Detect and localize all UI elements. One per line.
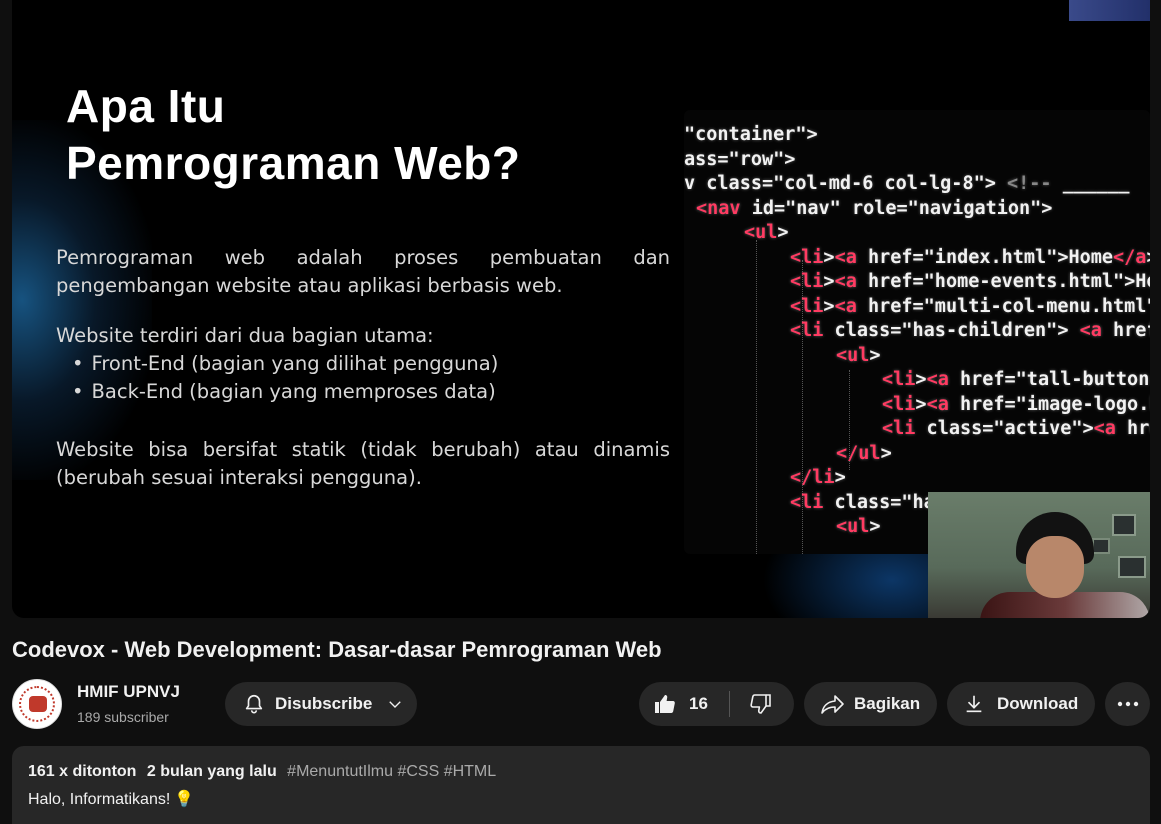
share-label: Bagikan bbox=[854, 694, 921, 713]
presenter-webcam bbox=[928, 492, 1150, 618]
slide-title-line2: Pemrograman Web? bbox=[66, 137, 521, 189]
code-line: <li><a href="image-logo.htm bbox=[882, 393, 1150, 415]
like-count: 16 bbox=[689, 694, 708, 713]
description-box[interactable]: 161 x ditonton 2 bulan yang lalu #Menunt… bbox=[12, 746, 1150, 824]
thumbs-up-icon bbox=[653, 692, 677, 716]
code-line: <li><a href="home-events.html">Hom bbox=[790, 271, 1150, 292]
slide-body: Pemrograman web adalah proses pembuatan … bbox=[56, 244, 670, 514]
download-button[interactable]: Download bbox=[947, 682, 1095, 726]
subscribe-label: Disubscribe bbox=[275, 694, 373, 713]
avatar-logo-mark bbox=[29, 696, 47, 712]
slide-title-line1: Apa Itu bbox=[66, 80, 226, 132]
slide-paragraph: Pemrograman web adalah proses pembuatan … bbox=[56, 246, 670, 297]
more-actions-button[interactable] bbox=[1105, 682, 1150, 726]
subscribe-button[interactable]: Disubscribe bbox=[225, 682, 417, 726]
code-line: ass="row"> bbox=[684, 148, 796, 170]
channel-avatar[interactable] bbox=[12, 679, 62, 729]
subscriber-count: 189 subscriber bbox=[77, 709, 169, 725]
video-player[interactable]: Apa Itu Pemrograman Web? Pemrograman web… bbox=[12, 0, 1150, 618]
code-line: <li><a href="tall-button-he bbox=[882, 369, 1150, 390]
code-line: <ul> bbox=[744, 222, 789, 243]
channel-name[interactable]: HMIF UPNVJ bbox=[77, 682, 180, 702]
description-text: Halo, Informatikans! 💡 bbox=[28, 789, 1134, 809]
chevron-down-icon bbox=[386, 695, 404, 713]
more-horizontal-icon bbox=[1117, 701, 1139, 707]
code-line: v class="col-md-6 col-lg-8"> <!-- ______ bbox=[684, 173, 1130, 194]
upload-date: 2 bulan yang lalu bbox=[146, 763, 277, 780]
code-line: <nav id="nav" role="navigation"> bbox=[696, 197, 1053, 219]
wall-frame bbox=[1118, 556, 1146, 578]
code-line: <li class="active"><a href= bbox=[882, 418, 1150, 439]
slide-bullet-list: Front-End (bagian yang dilihat pengguna)… bbox=[56, 350, 670, 406]
code-line: </li> bbox=[790, 467, 846, 488]
code-screenshot: "container"> ass="row"> v class="col-md-6 … bbox=[684, 110, 1150, 554]
like-button[interactable]: 16 bbox=[639, 682, 729, 726]
dislike-button[interactable] bbox=[730, 682, 792, 726]
view-count: 161 x ditonton bbox=[28, 763, 137, 780]
indent-guide bbox=[756, 240, 757, 554]
presenter-face bbox=[1026, 536, 1084, 598]
description-greeting: Halo, Informatikans! bbox=[28, 791, 171, 808]
share-arrow-icon bbox=[820, 692, 846, 716]
video-title: Codevox - Web Development: Dasar-dasar P… bbox=[12, 637, 662, 662]
like-dislike-group: 16 bbox=[639, 682, 794, 726]
code-line: </ul> bbox=[836, 442, 892, 464]
code-line: <li><a href="multi-col-menu.html"> bbox=[790, 295, 1150, 317]
description-meta: 161 x ditonton 2 bulan yang lalu #Menunt… bbox=[28, 763, 1134, 781]
share-button[interactable]: Bagikan bbox=[804, 682, 937, 726]
bell-icon bbox=[243, 693, 265, 715]
code-line: <li class="has-children"> <a href= bbox=[790, 320, 1150, 341]
download-icon bbox=[963, 693, 985, 715]
slide-bullet: Front-End (bagian yang dilihat pengguna) bbox=[72, 350, 670, 378]
video-overlay-chip bbox=[1069, 0, 1150, 21]
thumbs-down-icon bbox=[749, 692, 773, 716]
code-line: <li class="ha bbox=[790, 491, 935, 513]
code-line: <ul> bbox=[836, 516, 881, 537]
code-line: "container"> bbox=[684, 124, 818, 145]
wall-frame bbox=[1112, 514, 1136, 536]
wall-frame bbox=[1092, 538, 1110, 554]
slide-bullet: Back-End (bagian yang memproses data) bbox=[72, 378, 670, 406]
slide-title: Apa Itu Pemrograman Web? bbox=[66, 78, 520, 192]
slide-paragraph: Website bisa bersifat statik (tidak beru… bbox=[56, 438, 670, 489]
code-line: <ul> bbox=[836, 344, 881, 366]
slide-paragraph: Website terdiri dari dua bagian utama: bbox=[56, 324, 434, 347]
hashtags[interactable]: #MenuntutIlmu #CSS #HTML bbox=[287, 763, 496, 780]
code-line: <li><a href="index.html">Home</a>< bbox=[790, 246, 1150, 268]
download-label: Download bbox=[997, 694, 1079, 713]
lightbulb-icon: 💡 bbox=[174, 791, 195, 808]
